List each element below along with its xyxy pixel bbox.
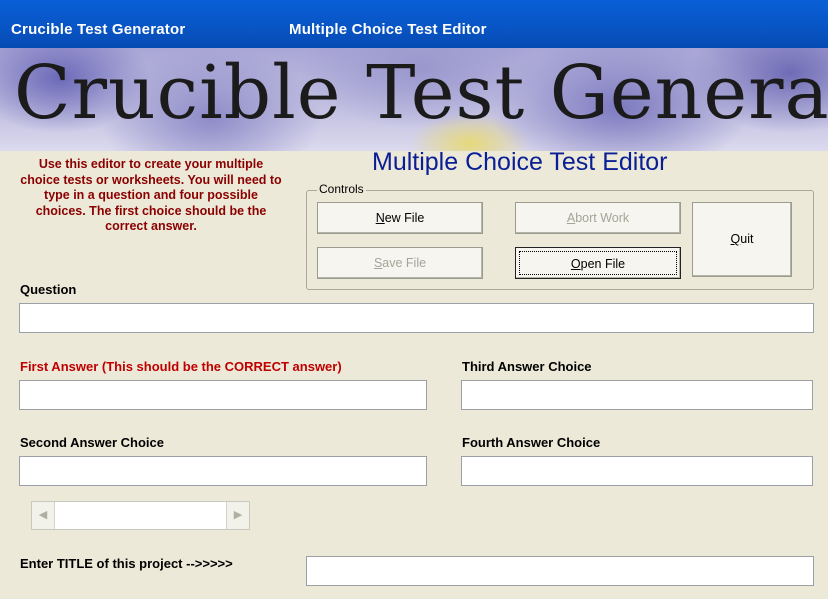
fourth-answer-label: Fourth Answer Choice: [462, 435, 601, 450]
editor-subtitle: Multiple Choice Test Editor: [372, 148, 668, 176]
instructions-text: Use this editor to create your multiple …: [20, 157, 282, 234]
logo-text: Crucible Test Generator: [14, 50, 828, 136]
horizontal-scrollbar[interactable]: ◀ ▶: [31, 501, 250, 530]
arrow-left-icon[interactable]: ◀: [32, 502, 55, 529]
third-answer-input[interactable]: [461, 380, 813, 410]
fourth-answer-input[interactable]: [461, 456, 813, 486]
title-label: Enter TITLE of this project -->>>>>: [20, 556, 233, 571]
focus-ring: Open File: [519, 251, 677, 275]
first-answer-input[interactable]: [19, 380, 427, 410]
open-file-button[interactable]: Open File: [515, 247, 681, 279]
new-file-button[interactable]: New File: [317, 202, 483, 234]
window-title: Multiple Choice Test Editor: [289, 21, 487, 38]
controls-legend: Controls: [317, 182, 366, 196]
arrow-right-icon[interactable]: ▶: [226, 502, 249, 529]
scrollbar-track[interactable]: [55, 502, 226, 529]
second-answer-input[interactable]: [19, 456, 427, 486]
save-file-button[interactable]: Save File: [317, 247, 483, 279]
question-input[interactable]: [19, 303, 814, 333]
title-bar[interactable]: Crucible Test Generator Multiple Choice …: [0, 0, 828, 48]
first-answer-label: First Answer (This should be the CORRECT…: [20, 359, 342, 374]
controls-group: Controls New File Abort Work Quit Save F…: [306, 182, 814, 290]
quit-button[interactable]: Quit: [692, 202, 792, 277]
app-title: Crucible Test Generator: [11, 21, 186, 38]
title-input[interactable]: [306, 556, 814, 586]
logo-banner: Crucible Test Generator: [0, 48, 828, 151]
question-label: Question: [20, 282, 77, 297]
third-answer-label: Third Answer Choice: [462, 359, 592, 374]
second-answer-label: Second Answer Choice: [20, 435, 164, 450]
abort-work-button[interactable]: Abort Work: [515, 202, 681, 234]
